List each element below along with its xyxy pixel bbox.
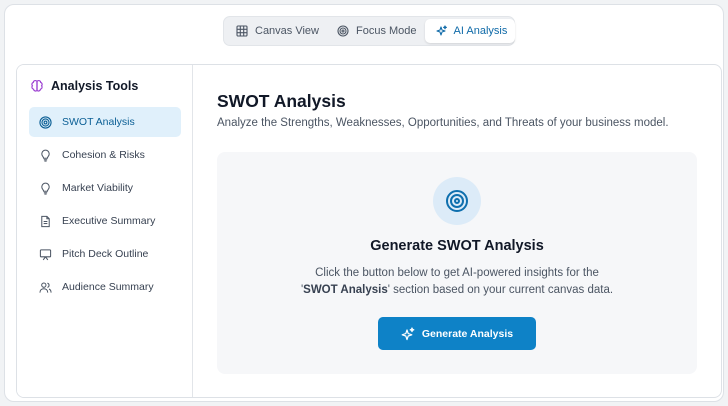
page-title: SWOT Analysis: [217, 91, 346, 111]
grid-icon: [236, 25, 248, 37]
target-icon: [446, 190, 468, 212]
target-icon: [337, 25, 349, 37]
card-icon-circle: [433, 177, 481, 225]
tab-label: AI Analysis: [453, 25, 508, 37]
card-desc-rest: ' section based on your current canvas d…: [387, 284, 614, 296]
tab-ai-analysis[interactable]: AI Analysis: [424, 19, 516, 43]
sidebar-item-swot-analysis[interactable]: SWOT Analysis: [29, 107, 181, 137]
sidebar-item-label: Executive Summary: [62, 215, 156, 227]
tab-label: Canvas View: [255, 25, 319, 37]
generate-card: Generate SWOT Analysis Click the button …: [217, 152, 697, 374]
sparkles-icon: [401, 326, 415, 340]
tab-focus-mode[interactable]: Focus Mode: [327, 19, 425, 43]
generate-analysis-button[interactable]: Generate Analysis: [378, 317, 536, 350]
view-switcher: Canvas View Focus Mode AI Analysis: [223, 16, 516, 46]
card-description: Click the button below to get AI-powered…: [277, 265, 637, 299]
sidebar-item-label: Pitch Deck Outline: [62, 248, 149, 260]
generate-button-label: Generate Analysis: [421, 327, 514, 340]
sidebar-item-cohesion-risks[interactable]: Cohesion & Risks: [29, 140, 181, 170]
sidebar-item-market-viability[interactable]: Market Viability: [29, 173, 181, 203]
tab-canvas-view[interactable]: Canvas View: [226, 19, 327, 43]
lightbulb-icon: [41, 149, 50, 162]
sidebar-item-label: Cohesion & Risks: [62, 149, 145, 161]
users-icon: [39, 282, 52, 293]
tab-label: Focus Mode: [356, 25, 417, 37]
sidebar: Analysis Tools SWOT Analysis Cohesion & …: [17, 65, 193, 397]
sidebar-title-label: Analysis Tools: [51, 79, 139, 93]
app-window: Canvas View Focus Mode AI Analysis Analy…: [4, 4, 724, 402]
main-content: SWOT Analysis Analyze the Strengths, Wea…: [194, 65, 721, 397]
sidebar-item-executive-summary[interactable]: Executive Summary: [29, 206, 181, 236]
sidebar-nav: SWOT Analysis Cohesion & Risks Market Vi…: [29, 107, 181, 305]
sidebar-item-audience-summary[interactable]: Audience Summary: [29, 272, 181, 302]
sidebar-item-label: Market Viability: [62, 182, 133, 194]
page-subtitle: Analyze the Strengths, Weaknesses, Oppor…: [217, 117, 669, 129]
sparkles-icon: [435, 25, 447, 36]
document-icon: [41, 215, 50, 227]
presentation-icon: [39, 248, 52, 260]
card-desc-line1: Click the button below to get AI-powered…: [315, 267, 599, 279]
brain-icon: [31, 79, 43, 92]
card-title: Generate SWOT Analysis: [370, 238, 544, 254]
card-desc-section: SWOT Analysis: [303, 284, 388, 296]
sidebar-item-label: Audience Summary: [62, 281, 154, 293]
sidebar-item-pitch-deck-outline[interactable]: Pitch Deck Outline: [29, 239, 181, 269]
target-icon: [39, 115, 52, 129]
lightbulb-icon: [41, 182, 50, 195]
sidebar-item-label: SWOT Analysis: [62, 116, 135, 128]
analysis-panel: Analysis Tools SWOT Analysis Cohesion & …: [16, 64, 722, 398]
sidebar-title: Analysis Tools: [30, 79, 138, 93]
